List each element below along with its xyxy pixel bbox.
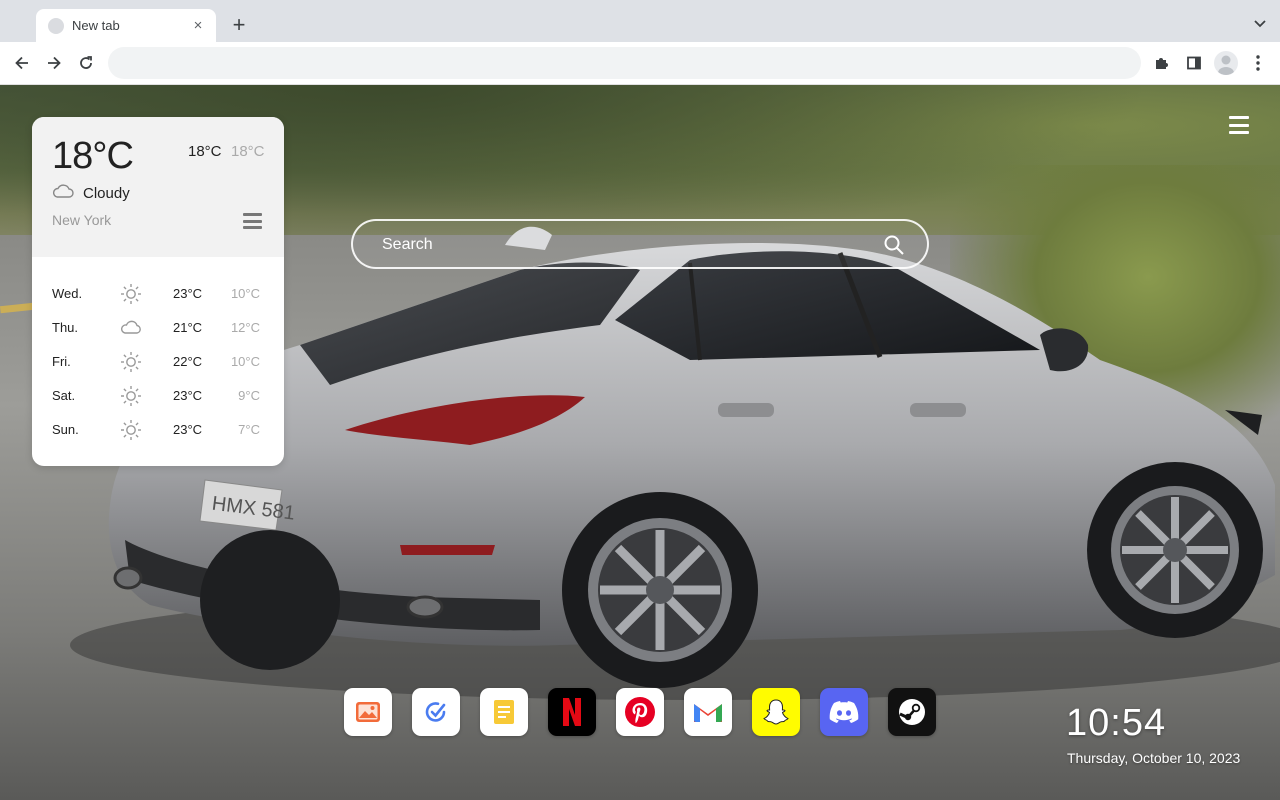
new-tab-page: HMX 581 18°C 18°C 18°C Cloudy New York W…: [0, 85, 1280, 800]
forecast-row: Thu. 21°C 12°C: [32, 311, 284, 345]
forecast-high: 21°C: [173, 320, 203, 335]
app-discord[interactable]: [820, 688, 868, 736]
app-tasks[interactable]: [412, 688, 460, 736]
back-arrow-icon[interactable]: [12, 53, 32, 73]
page-menu-icon[interactable]: [1229, 116, 1249, 134]
forecast-low: 12°C: [230, 320, 260, 335]
sun-icon: [120, 283, 142, 305]
app-netflix[interactable]: [548, 688, 596, 736]
extensions-puzzle-icon[interactable]: [1152, 53, 1172, 73]
address-bar[interactable]: [108, 47, 1141, 79]
new-tab-button[interactable]: +: [229, 14, 249, 36]
forecast-high: 22°C: [173, 354, 203, 369]
forecast-day: Thu.: [52, 320, 79, 335]
clock-time: 10:54: [1066, 702, 1167, 744]
reload-icon[interactable]: [76, 53, 96, 73]
check-icon: [425, 702, 446, 722]
forecast-row: Fri. 22°C 10°C: [32, 345, 284, 379]
current-temperature: 18°C: [52, 135, 134, 177]
gmail-icon: [694, 704, 722, 722]
snapchat-icon: [763, 699, 789, 725]
tab-strip: New tab × +: [0, 0, 1280, 42]
cloud-icon: [52, 183, 74, 199]
forecast-low: 10°C: [230, 354, 260, 369]
search-input[interactable]: [382, 233, 862, 257]
weather-widget: 18°C 18°C 18°C Cloudy New York Wed. 23°C 1…: [32, 117, 284, 466]
forecast-day: Sun.: [52, 422, 79, 437]
app-gallery[interactable]: [344, 688, 392, 736]
browser-menu-kebab-icon[interactable]: [1248, 53, 1268, 73]
discord-icon: [829, 701, 859, 723]
sun-icon: [120, 419, 142, 441]
browser-toolbar: [0, 42, 1280, 85]
clock-date: Thursday, October 10, 2023: [1067, 750, 1241, 766]
tab-close-icon[interactable]: ×: [190, 17, 206, 34]
forecast-high: 23°C: [173, 388, 203, 403]
tab-title: New tab: [72, 18, 120, 33]
tab-search-chevron-icon[interactable]: [1252, 15, 1268, 31]
app-notes[interactable]: [480, 688, 528, 736]
app-pinterest[interactable]: [616, 688, 664, 736]
netflix-icon: [563, 698, 581, 726]
search-icon[interactable]: [883, 234, 905, 256]
today-low-temperature: 18°C: [231, 143, 265, 160]
today-high-temperature: 18°C: [188, 143, 222, 160]
weather-menu-icon[interactable]: [243, 213, 262, 229]
note-icon: [494, 700, 514, 724]
tab-new-tab[interactable]: New tab ×: [36, 9, 216, 42]
forecast-low: 9°C: [238, 388, 260, 403]
app-dock: [344, 688, 936, 736]
app-gmail[interactable]: [684, 688, 732, 736]
sun-icon: [120, 385, 142, 407]
app-steam[interactable]: [888, 688, 936, 736]
weather-condition: Cloudy: [83, 185, 130, 202]
weather-current: 18°C 18°C 18°C Cloudy New York: [32, 117, 284, 257]
forecast-day: Fri.: [52, 354, 71, 369]
steam-icon: [899, 699, 925, 725]
forecast-row: Wed. 23°C 10°C: [32, 277, 284, 311]
app-snapchat[interactable]: [752, 688, 800, 736]
profile-avatar[interactable]: [1214, 51, 1238, 75]
search-box[interactable]: [351, 219, 929, 269]
cloud-icon: [120, 317, 142, 339]
image-icon: [356, 702, 380, 722]
weather-city[interactable]: New York: [52, 212, 111, 228]
side-panel-icon[interactable]: [1184, 53, 1204, 73]
forecast-day: Wed.: [52, 286, 83, 301]
forecast-day: Sat.: [52, 388, 76, 403]
forecast-low: 7°C: [238, 422, 260, 437]
forward-arrow-icon[interactable]: [44, 53, 64, 73]
weather-forecast-list: Wed. 23°C 10°C Thu. 21°C 12°C Fri. 22°C 10°C Sat.…: [32, 277, 284, 447]
forecast-row: Sat. 23°C 9°C: [32, 379, 284, 413]
forecast-row: Sun. 23°C 7°C: [32, 413, 284, 447]
forecast-high: 23°C: [173, 422, 203, 437]
sun-icon: [120, 351, 142, 373]
forecast-low: 10°C: [230, 286, 260, 301]
pinterest-icon: [625, 697, 655, 727]
forecast-high: 23°C: [173, 286, 203, 301]
tab-favicon-icon: [48, 17, 64, 34]
